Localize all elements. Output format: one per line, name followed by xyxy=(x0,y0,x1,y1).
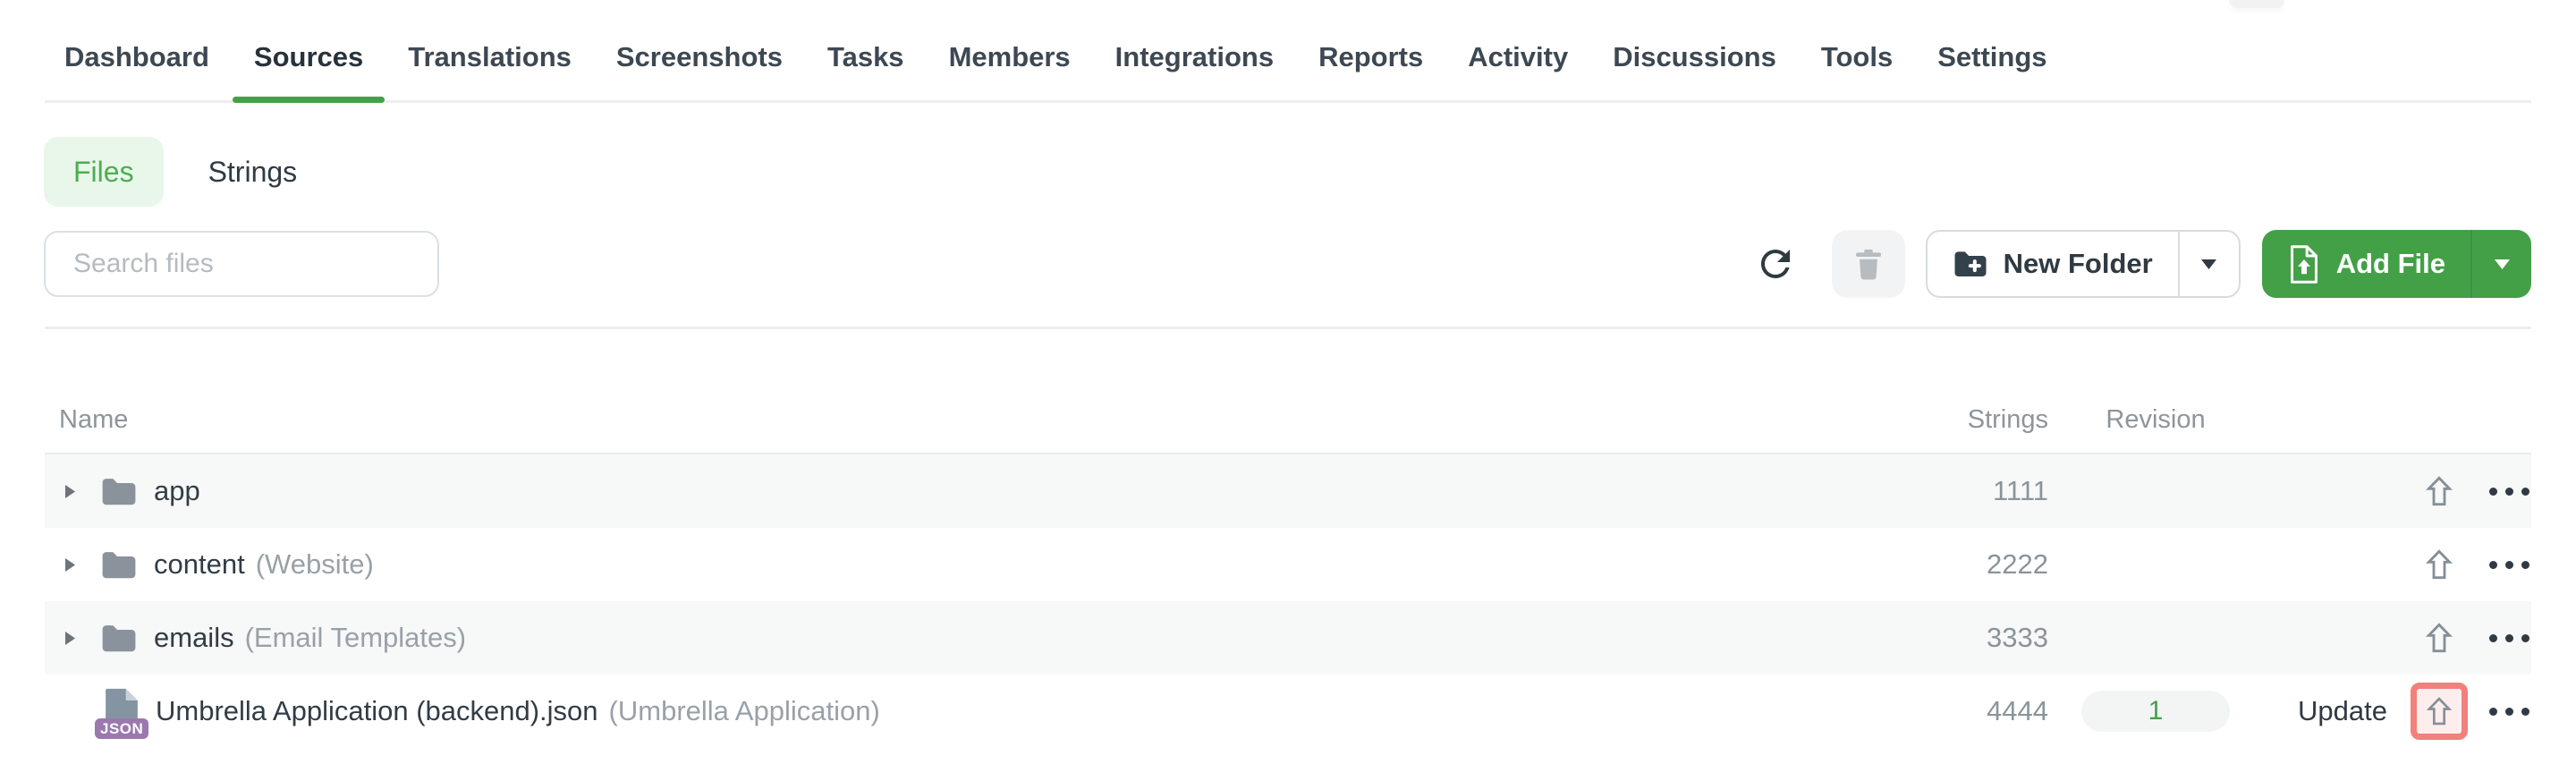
folder-icon xyxy=(100,549,138,581)
json-badge: JSON xyxy=(95,718,149,739)
json-file-icon: JSON xyxy=(95,687,149,739)
new-folder-split-button: New Folder xyxy=(1925,230,2241,298)
file-note: (Umbrella Application) xyxy=(608,695,880,726)
folder-plus-icon xyxy=(1953,249,1988,279)
refresh-button[interactable] xyxy=(1754,242,1797,285)
folder-name[interactable]: app xyxy=(154,475,200,507)
folder-name[interactable]: content xyxy=(154,548,245,581)
revision-badge[interactable]: 1 xyxy=(2081,691,2230,732)
view-toggle: Files Strings xyxy=(44,137,2531,207)
toolbar-actions: New Folder Add File xyxy=(1754,230,2531,298)
tab-integrations[interactable]: Integrations xyxy=(1115,41,1274,100)
folder-note: (Website) xyxy=(255,548,374,580)
refresh-icon xyxy=(1754,242,1797,285)
files-table: Name Strings Revision app 1111 content (… xyxy=(45,329,2531,748)
expand-folder-button[interactable] xyxy=(64,557,100,573)
tab-tools[interactable]: Tools xyxy=(1821,41,1893,100)
files-toolbar: New Folder Add File xyxy=(44,230,2531,298)
file-upload-icon xyxy=(2287,244,2321,284)
new-folder-dropdown-button[interactable] xyxy=(2180,232,2239,296)
add-file-dropdown-button[interactable] xyxy=(2472,230,2531,298)
strings-count: 4444 xyxy=(1987,695,2048,726)
folder-icon xyxy=(100,476,138,507)
project-nav-tabs: Dashboard Sources Translations Screensho… xyxy=(45,0,2531,103)
file-name[interactable]: Umbrella Application (backend).json xyxy=(156,695,598,727)
tab-tasks[interactable]: Tasks xyxy=(827,41,904,100)
chevron-down-icon xyxy=(2494,259,2510,269)
delete-button[interactable] xyxy=(1831,230,1905,298)
tab-translations[interactable]: Translations xyxy=(408,41,572,100)
upload-file-button[interactable] xyxy=(2411,536,2468,593)
add-file-label: Add File xyxy=(2335,248,2445,279)
upload-file-button[interactable] xyxy=(2411,463,2468,520)
header-revision: Revision xyxy=(2106,405,2206,434)
tab-discussions[interactable]: Discussions xyxy=(1613,41,1776,100)
table-row-folder-content: content (Website) 2222 xyxy=(45,528,2531,601)
chevron-down-icon xyxy=(2201,259,2217,269)
upload-file-button-highlighted[interactable] xyxy=(2411,683,2468,740)
expand-folder-button[interactable] xyxy=(64,631,100,646)
strings-count: 3333 xyxy=(1987,622,2048,653)
tab-activity[interactable]: Activity xyxy=(1468,41,1568,100)
add-file-button[interactable]: Add File xyxy=(2262,230,2470,298)
table-row-folder-app: app 1111 xyxy=(45,454,2531,528)
table-header-row: Name Strings Revision xyxy=(45,329,2531,454)
toggle-files[interactable]: Files xyxy=(44,137,164,207)
folder-name[interactable]: emails xyxy=(154,622,234,654)
tab-settings[interactable]: Settings xyxy=(1937,41,2046,100)
tab-sources[interactable]: Sources xyxy=(232,41,386,103)
tab-dashboard[interactable]: Dashboard xyxy=(64,41,209,100)
row-menu-button[interactable] xyxy=(2487,702,2531,721)
row-menu-button[interactable] xyxy=(2487,556,2531,574)
header-name: Name xyxy=(59,405,129,434)
table-row-file-umbrella-json: JSON Umbrella Application (backend).json… xyxy=(45,675,2531,748)
table-row-folder-emails: emails (Email Templates) 3333 xyxy=(45,601,2531,675)
row-menu-button[interactable] xyxy=(2487,482,2531,501)
upload-file-button[interactable] xyxy=(2411,609,2468,666)
row-menu-button[interactable] xyxy=(2487,629,2531,648)
new-folder-button[interactable]: New Folder xyxy=(1928,232,2178,296)
strings-count: 2222 xyxy=(1987,548,2048,580)
tab-reports[interactable]: Reports xyxy=(1318,41,1423,100)
update-button[interactable]: Update xyxy=(2298,695,2387,727)
strings-count: 1111 xyxy=(1992,475,2048,506)
tab-members[interactable]: Members xyxy=(949,41,1071,100)
trash-icon xyxy=(1850,245,1887,283)
folder-icon xyxy=(100,623,138,654)
toggle-strings[interactable]: Strings xyxy=(208,156,298,189)
header-strings: Strings xyxy=(1967,405,2048,434)
tab-screenshots[interactable]: Screenshots xyxy=(616,41,783,100)
add-file-split-button: Add File xyxy=(2261,230,2531,298)
new-folder-label: New Folder xyxy=(2003,248,2153,279)
search-input[interactable] xyxy=(44,231,439,297)
expand-folder-button[interactable] xyxy=(64,484,100,499)
folder-note: (Email Templates) xyxy=(244,622,467,653)
